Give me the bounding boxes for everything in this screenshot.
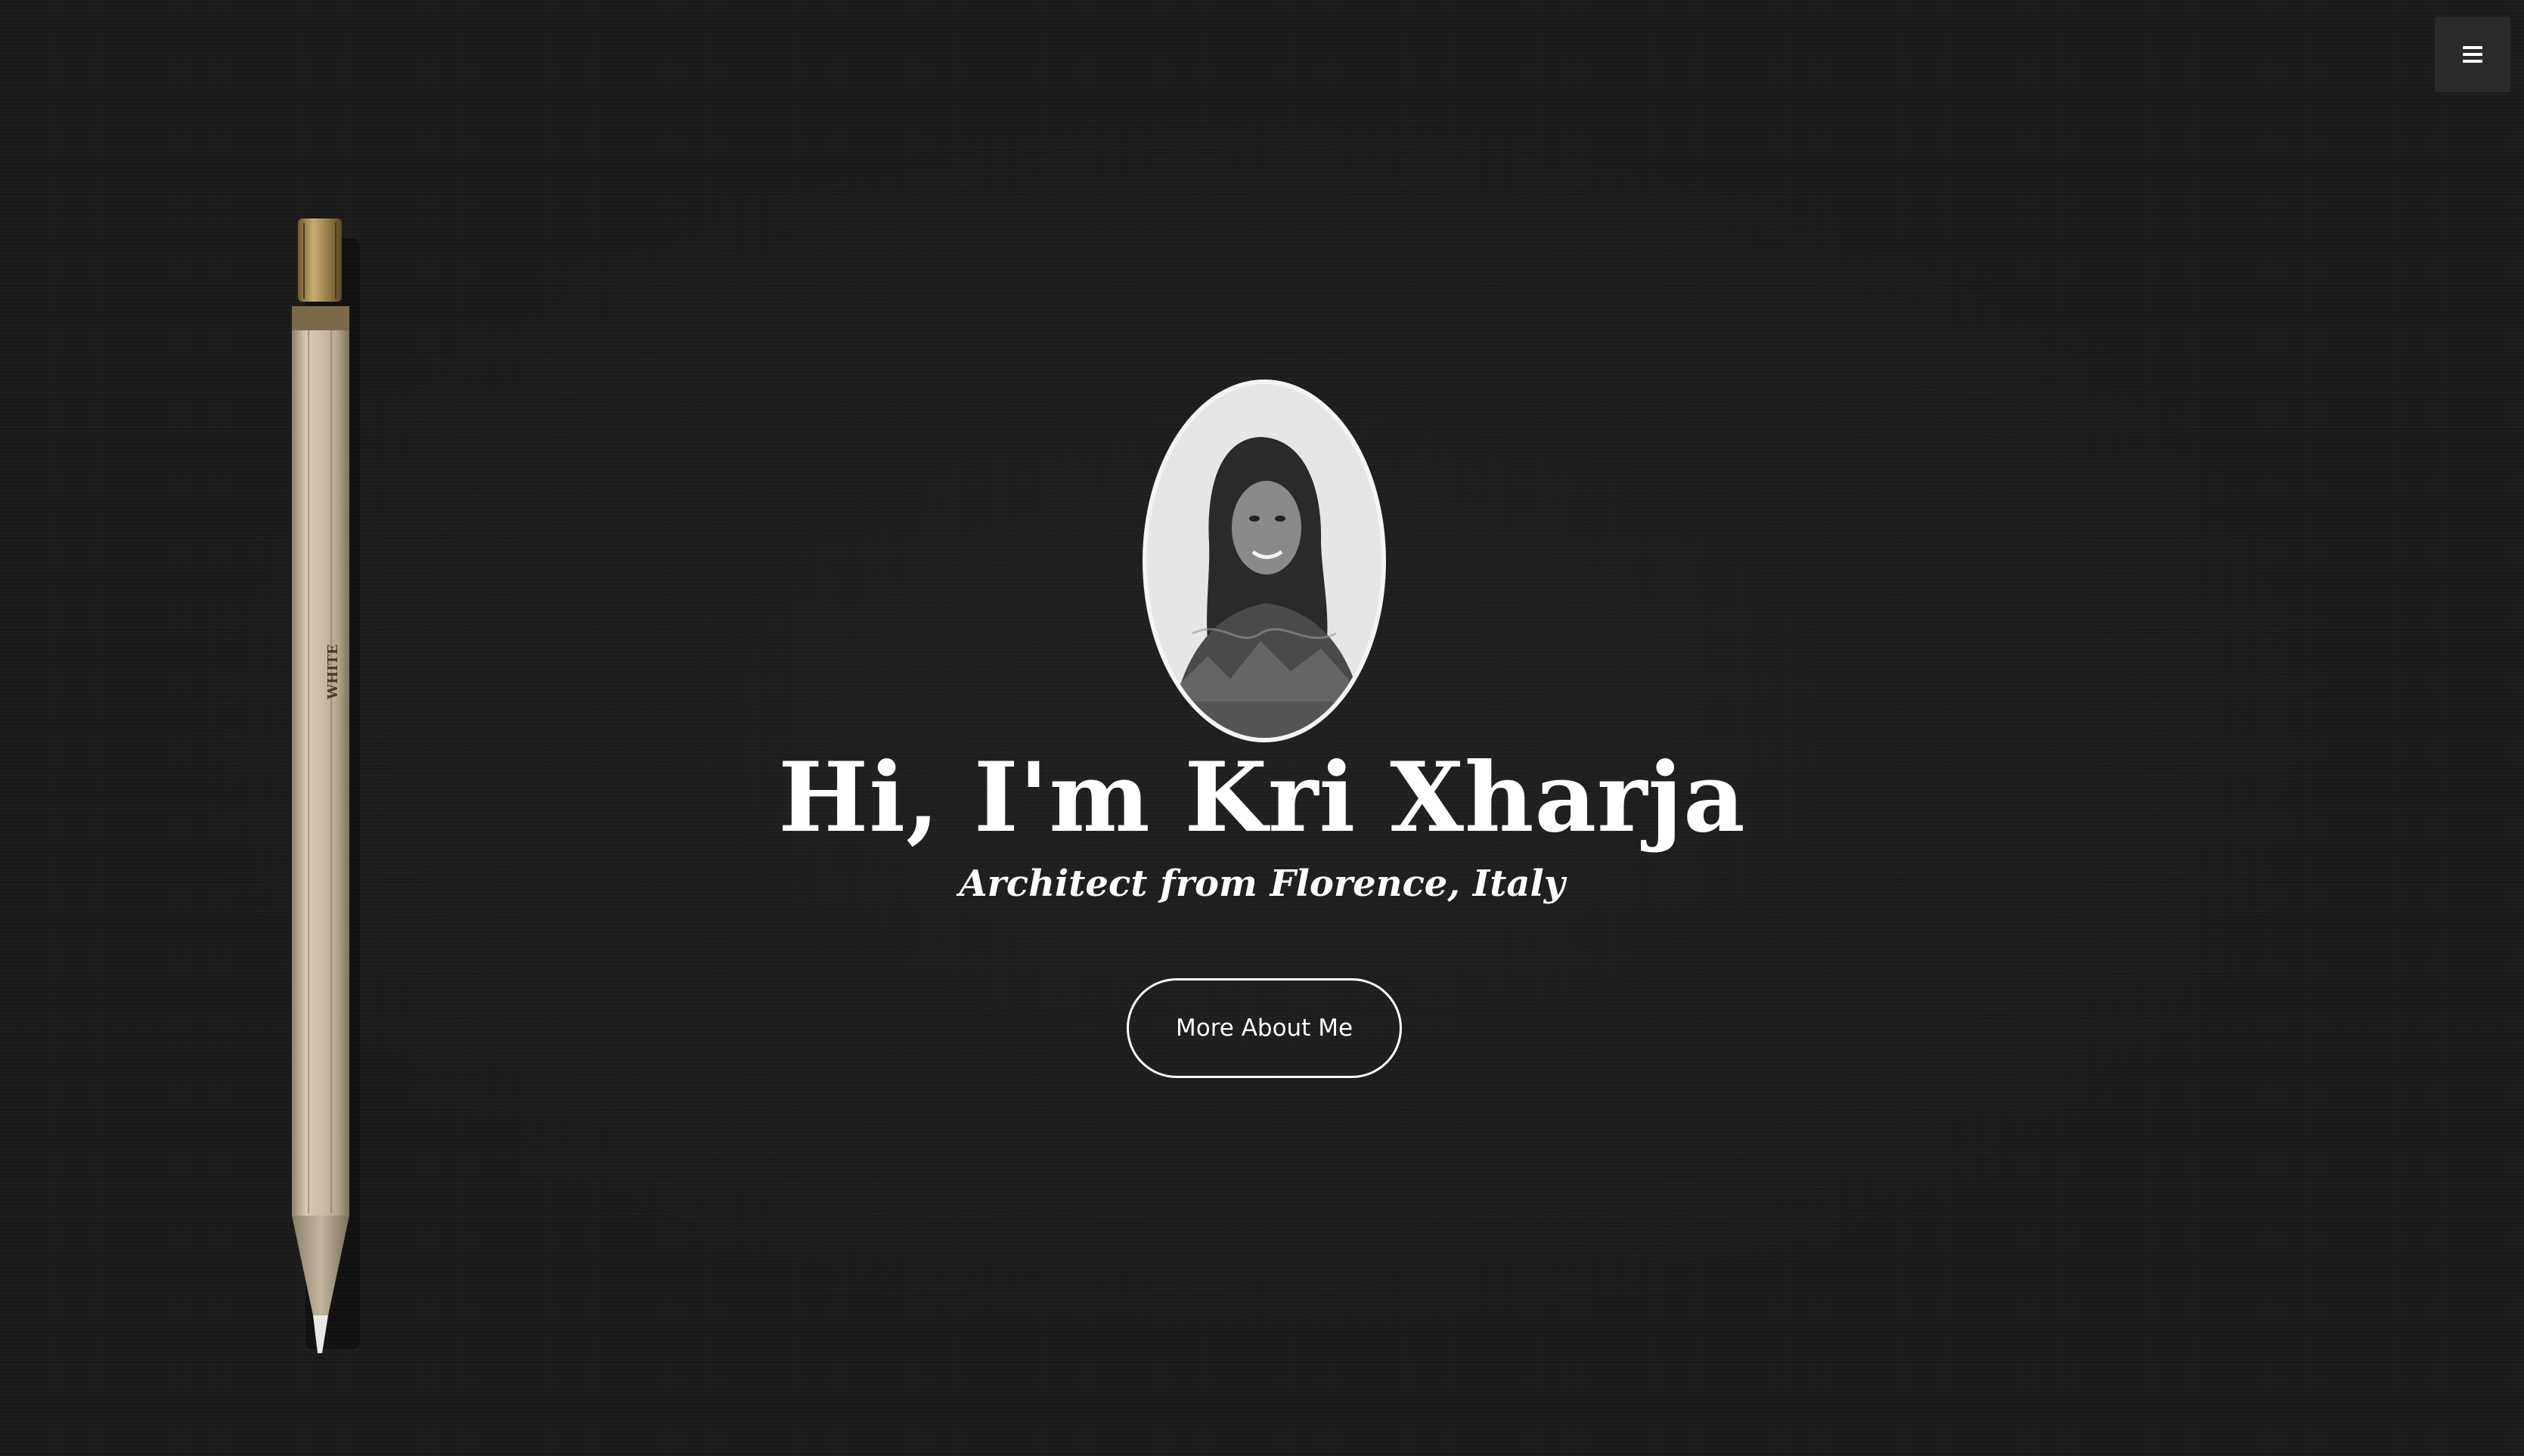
hero-page: WHITE Hi, I'm Kri Xharja Architect from … <box>0 0 2524 1456</box>
hero-section: Hi, I'm Kri Xharja Architect from Floren… <box>0 0 2524 1456</box>
page-title: Hi, I'm Kri Xharja <box>778 742 1746 853</box>
more-about-me-button[interactable]: More About Me <box>1127 978 1402 1078</box>
avatar <box>1143 379 1386 742</box>
page-subtitle: Architect from Florence, Italy <box>959 863 1565 905</box>
portrait-photo <box>1147 384 1381 738</box>
